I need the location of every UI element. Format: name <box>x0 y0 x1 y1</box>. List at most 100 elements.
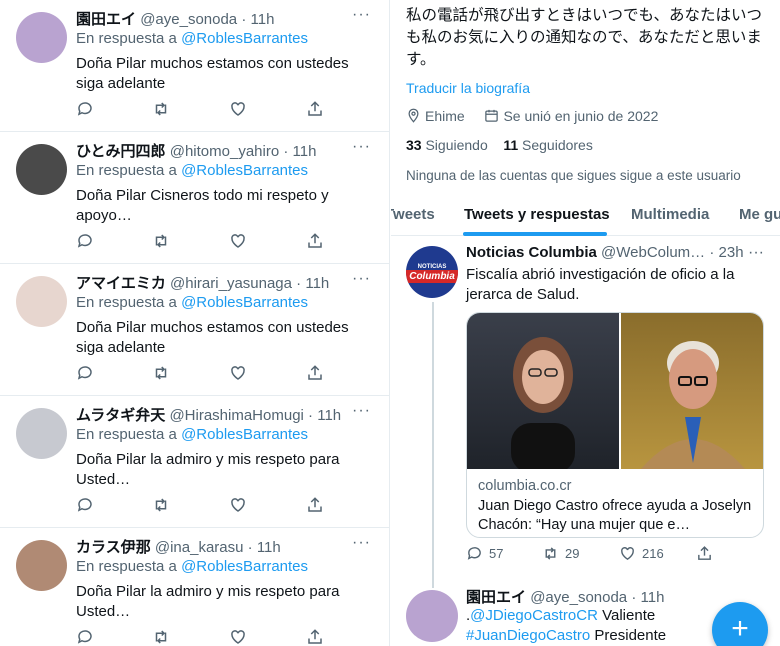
hashtag-link[interactable]: #JuanDiegoCastro <box>466 627 590 644</box>
like-button[interactable]: 216 <box>619 545 664 562</box>
like-icon[interactable] <box>229 496 247 514</box>
reply-icon[interactable] <box>76 364 94 382</box>
mention-link[interactable]: @RoblesBarrantes <box>181 426 308 443</box>
tweet-time[interactable]: 11h <box>641 589 665 606</box>
tweet-author-handle[interactable]: @HirashimaHomugi <box>169 407 303 424</box>
mention-link[interactable]: @RoblesBarrantes <box>181 558 308 575</box>
retweet-icon[interactable] <box>152 628 170 646</box>
tweet-text: .@JDiegoCastroCR Valiente #JuanDiegoCast… <box>466 607 667 644</box>
share-button[interactable] <box>696 545 719 562</box>
reply-tweet[interactable]: 園田エイ @aye_sonoda · 11h ··· En respuesta … <box>0 0 389 132</box>
reply-icon[interactable] <box>76 496 94 514</box>
more-icon[interactable]: ··· <box>748 244 764 262</box>
mention-link[interactable]: @RoblesBarrantes <box>181 294 308 311</box>
avatar[interactable] <box>406 590 458 642</box>
share-icon <box>696 546 719 561</box>
tab-tweets[interactable]: Tweets <box>391 206 435 223</box>
tweet-author-name[interactable]: ムラタギ弁天 <box>76 407 165 424</box>
like-icon[interactable] <box>229 232 247 250</box>
active-tab-indicator <box>463 232 607 236</box>
reply-tweet[interactable]: カラス伊那 @ina_karasu · 11h ··· En respuesta… <box>0 528 389 646</box>
share-icon[interactable] <box>306 364 324 382</box>
avatar[interactable] <box>16 144 67 195</box>
tweet-author-name[interactable]: アマイエミカ <box>76 275 166 292</box>
link-card[interactable]: columbia.co.cr Juan Diego Castro ofrece … <box>466 312 764 538</box>
retweet-icon[interactable] <box>152 100 170 118</box>
reply-tweet[interactable]: アマイエミカ @hirari_yasunaga · 11h ··· En res… <box>0 264 389 396</box>
card-domain: columbia.co.cr <box>478 478 572 494</box>
tab-tweets-replies[interactable]: Tweets y respuestas <box>464 206 610 223</box>
tweet-time[interactable]: 11h <box>257 539 281 556</box>
tweet-time[interactable]: 11h <box>305 275 329 292</box>
reply-icon[interactable] <box>76 232 94 250</box>
following-link[interactable]: 33 Siguiendo <box>406 137 488 153</box>
mention-link[interactable]: @RoblesBarrantes <box>181 30 308 47</box>
avatar[interactable]: NOTICIAS Columbia <box>406 246 458 298</box>
more-icon[interactable]: ··· <box>352 402 371 420</box>
more-icon[interactable]: ··· <box>352 534 371 552</box>
tweet-header: 園田エイ @aye_sonoda · 11h <box>466 589 665 606</box>
profile-meta: Ehime Se unió en junio de 2022 <box>406 108 658 124</box>
retweet-icon[interactable] <box>152 232 170 250</box>
tab-media[interactable]: Multimedia <box>631 206 709 223</box>
tweet-author-name[interactable]: Noticias Columbia <box>466 244 597 261</box>
tweet-text: Doña Pilar la admiro y mis respeto para … <box>76 583 340 620</box>
thread-line <box>432 302 434 588</box>
profile-location: Ehime <box>425 108 465 124</box>
tweet-header: ひとみ円四郎 @hitomo_yahiro · 11h <box>76 143 317 160</box>
tweet-text: Doña Pilar muchos estamos con ustedes si… <box>76 319 349 356</box>
in-reply-to: En respuesta a @RoblesBarrantes <box>76 426 309 443</box>
card-title: Juan Diego Castro ofrece ayuda a Joselyn… <box>478 498 752 533</box>
share-icon[interactable] <box>306 232 324 250</box>
tab-likes[interactable]: Me gu <box>739 206 780 223</box>
reply-count: 57 <box>489 546 504 561</box>
reply-tweet[interactable]: ひとみ円四郎 @hitomo_yahiro · 11h ··· En respu… <box>0 132 389 264</box>
avatar[interactable] <box>16 276 67 327</box>
reply-icon[interactable] <box>76 100 94 118</box>
card-image-right <box>621 313 763 469</box>
tweet-author-name[interactable]: カラス伊那 <box>76 539 151 556</box>
avatar[interactable] <box>16 12 67 63</box>
tweet-actions <box>76 364 326 382</box>
tweet-time[interactable]: 23h <box>719 244 744 261</box>
more-icon[interactable]: ··· <box>352 6 371 24</box>
retweet-icon[interactable] <box>152 496 170 514</box>
avatar[interactable] <box>16 540 67 591</box>
retweet-button[interactable]: 29 <box>542 545 579 562</box>
tweet-author-handle[interactable]: @aye_sonoda <box>140 11 237 28</box>
mention-link[interactable]: @JDiegoCastroCR <box>470 607 598 624</box>
in-reply-to: En respuesta a @RoblesBarrantes <box>76 162 309 179</box>
tweet-author-handle[interactable]: @ina_karasu <box>155 539 244 556</box>
like-icon[interactable] <box>229 100 247 118</box>
tweet-author-name[interactable]: 園田エイ <box>76 11 136 28</box>
more-icon[interactable]: ··· <box>352 270 371 288</box>
tweet-text: Doña Pilar muchos estamos con ustedes si… <box>76 55 349 92</box>
share-icon[interactable] <box>306 628 324 646</box>
reply-icon[interactable] <box>76 628 94 646</box>
avatar[interactable] <box>16 408 67 459</box>
mention-link[interactable]: @RoblesBarrantes <box>181 162 308 179</box>
share-icon[interactable] <box>306 496 324 514</box>
reply-button[interactable]: 57 <box>466 545 503 562</box>
tweet-author-handle[interactable]: @aye_sonoda <box>530 589 627 606</box>
retweet-icon[interactable] <box>152 364 170 382</box>
in-reply-to: En respuesta a @RoblesBarrantes <box>76 558 309 575</box>
tweet-author-name[interactable]: 園田エイ <box>466 589 526 606</box>
translate-bio-link[interactable]: Traducir la biografía <box>406 80 530 96</box>
tweet-time[interactable]: 11h <box>317 407 341 424</box>
tweet-author-handle[interactable]: @hirari_yasunaga <box>170 275 292 292</box>
followers-link[interactable]: 11 Seguidores <box>503 137 593 153</box>
share-icon[interactable] <box>306 100 324 118</box>
tweet-author-handle[interactable]: @WebColum… <box>601 244 705 261</box>
like-icon[interactable] <box>229 628 247 646</box>
tweet-time[interactable]: 11h <box>251 11 275 28</box>
reply-tweet[interactable]: ムラタギ弁天 @HirashimaHomugi · 11h ··· En res… <box>0 396 389 528</box>
tweet-time[interactable]: 11h <box>293 143 317 160</box>
tweet-author-handle[interactable]: @hitomo_yahiro <box>170 143 279 160</box>
in-reply-to: En respuesta a @RoblesBarrantes <box>76 294 309 311</box>
like-icon[interactable] <box>229 364 247 382</box>
tweet-actions <box>76 100 326 118</box>
more-icon[interactable]: ··· <box>352 138 371 156</box>
tweet-header: Noticias Columbia @WebColum… · 23h <box>466 244 744 261</box>
tweet-author-name[interactable]: ひとみ円四郎 <box>76 143 166 160</box>
